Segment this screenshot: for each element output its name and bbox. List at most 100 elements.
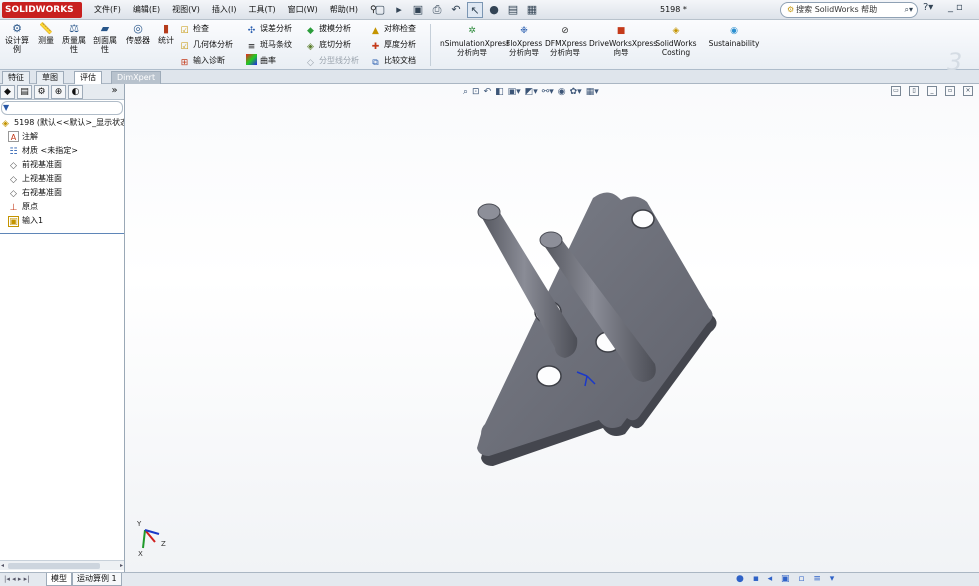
curvature-label: 曲率: [260, 56, 276, 65]
tree-item-label: 输入1: [22, 216, 44, 225]
print-icon[interactable]: ⎙: [429, 2, 445, 18]
tree-item-top-plane[interactable]: ◇ 上视基准面: [0, 172, 124, 186]
rollback-bar[interactable]: [0, 233, 124, 234]
open-icon[interactable]: ▸: [391, 2, 407, 18]
tree-item-right-plane[interactable]: ◇ 右视基准面: [0, 186, 124, 200]
zebra-stripes-label: 斑马条纹: [260, 40, 292, 49]
menu-help[interactable]: 帮助(H): [324, 0, 364, 20]
help-icon[interactable]: ?▾: [923, 2, 933, 13]
parting-line-button[interactable]: ◇ 分型线分析: [305, 54, 359, 68]
section-properties-label: 剖面属性: [93, 36, 117, 54]
tab-motion-study[interactable]: 运动算例 1: [72, 573, 122, 586]
driveworksxpress-button[interactable]: ■ DriveWorksXpress 向导: [589, 26, 657, 57]
study-icon: ⚙: [12, 22, 22, 35]
simulationxpress-button[interactable]: ✲ nSimulationXpress 分析向导: [440, 26, 510, 57]
undercut-analysis-icon: ◈: [307, 42, 314, 52]
check-button[interactable]: ☑ 检查: [179, 22, 209, 36]
plane-icon: ◇: [10, 175, 17, 185]
sensor-button[interactable]: ◎ 传感器: [123, 22, 153, 46]
menu-tools[interactable]: 工具(T): [242, 0, 281, 20]
tab-sketch[interactable]: 草图: [36, 71, 64, 84]
floxpress-button[interactable]: ❉ FloXpress 分析向导: [506, 26, 542, 57]
menu-file[interactable]: 文件(F): [88, 0, 127, 20]
design-study-button[interactable]: ⚙ 设计算例: [2, 22, 32, 55]
rebuild-icon[interactable]: ●: [486, 2, 502, 18]
sensor-icon: ◎: [133, 22, 143, 35]
draft-analysis-icon: ◆: [307, 26, 314, 36]
panel-horizontal-scrollbar[interactable]: ◂ ▸: [0, 560, 124, 570]
undo-icon[interactable]: ↶: [448, 2, 464, 18]
statistics-button[interactable]: ▮ 统计: [155, 23, 177, 46]
sustainability-label: Sustainability: [708, 39, 760, 48]
measure-button[interactable]: 📏 测量: [34, 23, 58, 46]
undercut-analysis-label: 底切分析: [319, 40, 351, 49]
import-diagnostics-button[interactable]: ⊞ 输入诊断: [179, 54, 225, 68]
symmetry-check-button[interactable]: ▲ 对称检查: [370, 22, 416, 36]
section-properties-button[interactable]: ▰ 剖面属性: [91, 23, 119, 55]
tree-item-imported1[interactable]: ▣ 输入1: [0, 214, 124, 228]
menu-insert[interactable]: 插入(I): [206, 0, 243, 20]
tree-item-annotations[interactable]: A 注解: [0, 130, 124, 144]
tab-nav-arrows-icon[interactable]: |◂ ◂ ▸ ▸|: [4, 575, 29, 583]
chevron-right-icon[interactable]: »: [107, 85, 122, 99]
window-controls[interactable]: _▫: [948, 2, 966, 13]
help-search-placeholder: 搜索 SolidWorks 帮助: [796, 5, 878, 14]
curvature-icon: [246, 54, 257, 65]
graphics-area[interactable]: ⌕ ⊡ ↶ ◧ ▣▾ ◩▾ ⚯▾ ◉ ✿▾ ▦▾ ▭ ▯ _ ▫ × Y X Z: [125, 84, 979, 572]
costing-sub: Costing: [661, 48, 691, 57]
select-icon[interactable]: ↖: [467, 2, 483, 18]
new-document-icon[interactable]: ▢: [372, 2, 388, 18]
thickness-analysis-button[interactable]: ✚ 厚度分析: [370, 38, 416, 52]
tree-item-origin[interactable]: ⊥ 原点: [0, 200, 124, 214]
import-diagnostics-icon: ⊞: [180, 58, 189, 68]
svg-text:Y: Y: [136, 520, 142, 528]
feature-tree-tab-icon[interactable]: ◆: [0, 85, 15, 99]
floxpress-sub: 分析向导: [509, 48, 539, 57]
tab-model[interactable]: 模型: [46, 573, 72, 586]
mass-properties-button[interactable]: ⚖ 质量属性: [60, 23, 88, 55]
compare-documents-button[interactable]: ⧉ 比较文档: [370, 54, 416, 68]
scroll-right-icon[interactable]: ▸: [120, 561, 123, 571]
scroll-left-icon[interactable]: ◂: [1, 561, 4, 571]
menu-view[interactable]: 视图(V): [166, 0, 206, 20]
tab-evaluate[interactable]: 评估: [74, 71, 102, 85]
file-properties-icon[interactable]: ▤: [505, 2, 521, 18]
draft-analysis-button[interactable]: ◆ 拔模分析: [305, 22, 351, 36]
property-manager-tab-icon[interactable]: ▤: [17, 85, 32, 99]
tree-item-material[interactable]: ☷ 材质 <未指定>: [0, 144, 124, 158]
driveworks-icon: ■: [616, 26, 626, 36]
dfmxpress-button[interactable]: ⊘ DFMXpress 分析向导: [545, 26, 587, 57]
tree-item-label: 原点: [22, 202, 38, 211]
dimxpert-tab-icon[interactable]: ⊕: [51, 85, 66, 99]
menu-window[interactable]: 窗口(W): [282, 0, 324, 20]
save-icon[interactable]: ▣: [410, 2, 426, 18]
menu-bar: 文件(F) 编辑(E) 视图(V) 插入(I) 工具(T) 窗口(W) 帮助(H…: [88, 0, 383, 20]
part-model[interactable]: Y X Z: [125, 84, 979, 572]
undercut-analysis-button[interactable]: ◈ 底切分析: [305, 38, 351, 52]
dfmxpress-sub: 分析向导: [550, 48, 580, 57]
search-icon[interactable]: ⌕▾: [905, 3, 914, 17]
tree-item-front-plane[interactable]: ◇ 前视基准面: [0, 158, 124, 172]
display-manager-tab-icon[interactable]: ◐: [68, 85, 83, 99]
tree-root-part[interactable]: ◈ 5198 (默认<<默认>_显示状态: [0, 116, 124, 130]
sustainability-button[interactable]: ◉ Sustainability: [706, 26, 762, 48]
configuration-tab-icon[interactable]: ⚙: [34, 85, 49, 99]
zebra-stripes-button[interactable]: ≡ 斑马条纹: [246, 38, 292, 52]
pin-right-cap: [539, 231, 563, 249]
thickness-analysis-label: 厚度分析: [384, 40, 416, 49]
help-search-input[interactable]: ⚙ 搜索 SolidWorks 帮助 ⌕▾: [780, 2, 918, 18]
menu-edit[interactable]: 编辑(E): [127, 0, 166, 20]
tab-dimxpert[interactable]: DimXpert: [111, 71, 162, 84]
costing-icon: ◈: [672, 26, 680, 36]
tab-features[interactable]: 特征: [2, 71, 30, 84]
scroll-thumb[interactable]: [8, 563, 100, 569]
options-icon[interactable]: ▦: [524, 2, 540, 18]
solidworks-logo[interactable]: SOLIDWORKS: [2, 2, 82, 18]
deviation-analysis-button[interactable]: ✣ 误差分析: [246, 22, 292, 36]
tree-filter-input[interactable]: ▼: [1, 101, 123, 115]
curvature-button[interactable]: 曲率: [246, 54, 276, 68]
thickness-analysis-icon: ✚: [371, 42, 380, 52]
costing-button[interactable]: ◈ SolidWorks Costing: [655, 26, 697, 57]
geometry-analysis-button[interactable]: ☑ 几何体分析: [179, 38, 233, 52]
driveworksxpress-sub: 向导: [613, 48, 629, 57]
